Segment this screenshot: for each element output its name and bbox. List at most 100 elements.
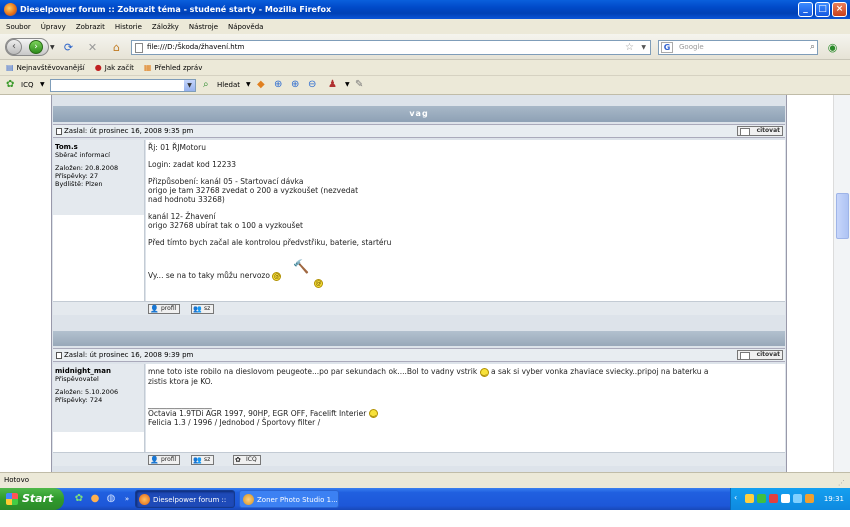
pm-button[interactable]: 👥 sz xyxy=(191,304,215,314)
desktop-icon[interactable]: ✿ xyxy=(72,492,86,506)
magnifier-icon[interactable]: ⌕ xyxy=(203,79,209,90)
post-line: origo je tam 32768 zvedat o 200 a vyzkou… xyxy=(148,186,359,195)
tray-icon[interactable] xyxy=(745,494,754,503)
menu-bar: Soubor Úpravy Zobrazit Historie Záložky … xyxy=(0,19,850,34)
stop-icon[interactable]: ✕ xyxy=(86,41,99,54)
bookmark-star-icon[interactable]: ☆ xyxy=(625,41,634,54)
post-body: Řj: 01 ŘJMotoru Login: zadat kod 12233 P… xyxy=(146,140,785,301)
quicklaunch-expand-icon[interactable]: » xyxy=(120,492,134,506)
search-box[interactable]: G Google ⌕ xyxy=(658,40,818,55)
post-icon xyxy=(56,127,62,135)
user-dropdown-icon[interactable]: ▼ xyxy=(345,81,350,88)
firefox-quicklaunch-icon[interactable]: ● xyxy=(88,492,102,506)
post-footer: 👤 profil 👥 sz ✿ ICQ xyxy=(53,452,785,466)
post-header: Zaslal: út prosinec 16, 2008 9:35 pm cit… xyxy=(53,124,785,138)
author-posts: Příspěvky: 27 xyxy=(55,172,99,180)
windows-logo-icon xyxy=(6,493,18,505)
zoom-out-icon[interactable]: ⊖ xyxy=(308,79,316,90)
menu-nastroje[interactable]: Nástroje xyxy=(189,23,218,31)
profile-button[interactable]: 👤 profil xyxy=(148,304,181,314)
author-location: Bydliště: Plzen xyxy=(55,180,103,188)
zoom-in-icon[interactable]: ⊕ xyxy=(274,79,282,90)
google-icon[interactable]: G xyxy=(661,42,673,53)
maximize-button[interactable]: □ xyxy=(815,2,830,17)
author-name[interactable]: midnight_man xyxy=(55,367,142,375)
pm-button[interactable]: 👥 sz xyxy=(191,455,215,465)
toolbar-icon-1[interactable]: ◆ xyxy=(257,79,265,90)
tray-icon[interactable] xyxy=(805,494,814,503)
minimize-button[interactable]: _ xyxy=(798,2,813,17)
tray-icon[interactable] xyxy=(781,494,790,503)
post-text: zistis ktora je KO. xyxy=(148,376,213,386)
bookmarks-toolbar: ▤ Nejnavštěvovanější ● Jak začít ▦ Přehled … xyxy=(0,60,850,76)
clock[interactable]: 19:31 xyxy=(824,488,844,510)
post-line: Řj: 01 ŘJMotoru xyxy=(148,143,206,152)
icq-search-button[interactable]: Hledat xyxy=(217,81,240,89)
bookmark-getting-started[interactable]: ● Jak začít xyxy=(95,63,134,72)
reload-icon[interactable]: ⟳ xyxy=(62,41,75,54)
icq-button[interactable]: ✿ ICQ xyxy=(233,455,261,465)
bookmark-news[interactable]: ▦ Přehled zpráv xyxy=(144,63,202,72)
quote-button[interactable]: citovat xyxy=(737,350,783,360)
task-firefox[interactable]: Dieselpower forum :: ... xyxy=(135,490,235,522)
button-label: profil xyxy=(161,456,177,463)
task-label: Zoner Photo Studio 1... xyxy=(257,496,338,504)
tray-icon[interactable] xyxy=(757,494,766,503)
chevron-down-icon[interactable]: ▼ xyxy=(184,80,195,91)
firefox-icon xyxy=(139,494,150,505)
menu-zobrazit[interactable]: Zobrazit xyxy=(76,23,105,31)
forward-arrow-icon[interactable]: › xyxy=(29,40,43,54)
resize-grip-icon[interactable]: ⋰ xyxy=(838,476,848,487)
addon-icon[interactable]: ◉ xyxy=(826,41,839,54)
smile-icon: ‿ xyxy=(368,409,378,418)
menu-upravy[interactable]: Úpravy xyxy=(41,23,66,31)
users-icon: 👥 xyxy=(193,305,202,313)
start-label: Start xyxy=(22,492,54,505)
post-line: Vy... se na to taky můžu nervozo xyxy=(148,271,270,280)
tray-icon[interactable] xyxy=(769,494,778,503)
menu-zalozky[interactable]: Záložky xyxy=(152,23,179,31)
taskbar: Start ✿ ● ◍ » Dieselpower forum :: ... Z… xyxy=(0,488,850,522)
author-rank: Sběrač informací xyxy=(55,151,110,159)
author-panel: Tom.s Sběrač informací Založen: 20.8.200… xyxy=(53,140,145,215)
author-name[interactable]: Tom.s xyxy=(55,143,142,151)
menu-soubor[interactable]: Soubor xyxy=(6,23,31,31)
home-icon[interactable]: ⌂ xyxy=(110,41,123,54)
close-button[interactable]: × xyxy=(832,2,847,17)
post-line: nad hodnotu 33268) xyxy=(148,195,225,204)
firefox-icon xyxy=(4,3,17,16)
pencil-icon[interactable]: ✎ xyxy=(355,79,363,90)
back-arrow-icon[interactable]: ‹ xyxy=(6,39,22,55)
ladybug-icon: ● xyxy=(94,63,102,72)
icq-toolbar: ✿ ICQ ▼ ▼ ⌕ Hledat ▼ ◆ ⊕ ⊕ ⊖ ♟ ▼ ✎ xyxy=(0,76,850,95)
icq-search-input[interactable]: ▼ xyxy=(50,79,196,92)
scrollbar-thumb[interactable] xyxy=(836,193,849,239)
menu-napoveda[interactable]: Nápověda xyxy=(228,23,263,31)
menu-historie[interactable]: Historie xyxy=(115,23,142,31)
task-label: Dieselpower forum :: ... xyxy=(153,496,227,522)
status-bar: Hotovo ⋰ xyxy=(0,472,850,488)
vertical-scrollbar[interactable] xyxy=(833,95,850,472)
search-icon[interactable]: ⌕ xyxy=(810,41,815,54)
icq-dropdown-icon[interactable]: ▼ xyxy=(40,81,45,88)
tray-expand-icon[interactable]: ‹ xyxy=(734,493,737,502)
start-button[interactable]: Start xyxy=(0,488,64,510)
user-icon[interactable]: ♟ xyxy=(328,79,337,90)
navigation-toolbar: ‹ › ▼ ⟳ ✕ ⌂ file:///D:/Škoda/žhavení.htm… xyxy=(0,34,850,60)
icq-label[interactable]: ICQ xyxy=(21,81,33,89)
task-zoner[interactable]: Zoner Photo Studio 1... xyxy=(239,490,339,508)
search-dropdown-icon[interactable]: ▼ xyxy=(246,81,251,88)
quote-button[interactable]: citovat xyxy=(737,126,783,136)
url-dropdown-icon[interactable]: ▼ xyxy=(641,41,646,54)
tray-icon[interactable] xyxy=(793,494,802,503)
post-line: Před tímto bych začal ale kontrolou před… xyxy=(148,238,392,247)
url-bar[interactable]: file:///D:/Škoda/žhavení.htm ☆ ▼ xyxy=(131,40,651,55)
bookmark-label: Jak začít xyxy=(104,63,134,72)
history-dropdown-icon[interactable]: ▼ xyxy=(50,44,55,51)
zoom-plus-icon[interactable]: ⊕ xyxy=(291,79,299,90)
bookmark-most-visited[interactable]: ▤ Nejnavštěvovanější xyxy=(6,63,85,72)
profile-button[interactable]: 👤 profil xyxy=(148,455,181,465)
search-placeholder: Google xyxy=(679,43,704,51)
zoner-icon xyxy=(243,494,254,505)
network-icon[interactable]: ◍ xyxy=(104,492,118,506)
